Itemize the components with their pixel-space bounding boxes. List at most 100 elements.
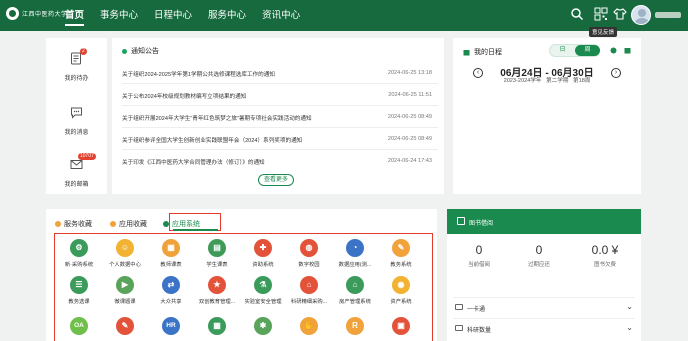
nav-affairs[interactable]: 事务中心 xyxy=(100,0,138,31)
aid-icon: ✚ xyxy=(254,239,272,257)
nav-schedule[interactable]: 日程中心 xyxy=(154,0,192,31)
sidebar-item-label: 我的邮箱 xyxy=(64,182,89,188)
accordion-campus-card[interactable]: 一卡通 ⌄ xyxy=(453,297,635,317)
notice-text[interactable]: 关于印发《江西中医药大学合同管理办法（修订）》的通知 xyxy=(122,158,265,166)
accordion-research-count[interactable]: 科研数量 ⌄ xyxy=(453,318,635,338)
app-tile[interactable]: ⇄ 大众共享 xyxy=(148,276,194,305)
university-logo[interactable]: 江西中医药大学 xyxy=(6,7,68,20)
accordion-label: 一卡通 xyxy=(467,307,486,313)
library-header: 图书借阅 xyxy=(447,209,641,234)
app-tile[interactable]: ▶ 微课题课 xyxy=(102,276,148,305)
next-week-button[interactable]: › xyxy=(611,68,621,78)
app-tile[interactable]: ✱ xyxy=(240,317,286,335)
notice-text[interactable]: 关于组织参评全国大学生创新创业实践联盟年会（2024）系列奖项的通知 xyxy=(122,136,302,144)
book-icon xyxy=(457,217,465,225)
calendar-view-icon[interactable] xyxy=(624,47,631,54)
qrcode-icon[interactable] xyxy=(594,7,608,21)
sidebar-item-messages[interactable]: 我的消息 xyxy=(46,106,107,136)
app-tile[interactable]: ★ 双创教育管理... xyxy=(194,276,240,305)
pen-icon: ✎ xyxy=(116,317,134,335)
card-icon xyxy=(455,304,463,310)
sidebar-item-label: 我的待办 xyxy=(64,76,89,82)
app-label: 科研精细采购... xyxy=(290,299,328,305)
notice-item[interactable]: 关于组织2024-2025学年第1学期公共选修课程选库工作的通知 2024-06… xyxy=(122,62,438,84)
notice-item[interactable]: 关于组织参评全国大学生创新创业实践联盟年会（2024）系列奖项的通知 2024-… xyxy=(122,128,438,150)
add-schedule-icon[interactable] xyxy=(610,47,617,54)
oa-icon: OA xyxy=(70,317,88,335)
nav-home[interactable]: 首页 xyxy=(65,0,85,31)
campus-icon: ◍ xyxy=(300,239,318,257)
grid-icon: ▦ xyxy=(208,317,226,335)
logo-text: 江西中医药大学 xyxy=(22,11,68,18)
stat-label: 图书欠费 xyxy=(593,262,616,268)
toggle-week[interactable]: 周 xyxy=(575,45,600,56)
user-avatar[interactable] xyxy=(631,5,651,25)
active-tab-underline xyxy=(173,229,218,231)
cart-icon: ⚙ xyxy=(70,239,88,257)
app-glyph: ▦ xyxy=(213,321,221,330)
app-glyph: ▣ xyxy=(397,321,405,330)
app-tile[interactable]: R xyxy=(332,317,378,335)
notice-text[interactable]: 关于组织2024-2025学年第1学期公共选修课程选库工作的通知 xyxy=(122,70,275,78)
app-tile[interactable]: ▦ xyxy=(194,317,240,335)
toggle-day[interactable]: 日 xyxy=(550,45,575,56)
app-glyph: ◔ xyxy=(352,243,358,252)
app-tile[interactable]: ▣ xyxy=(378,317,424,335)
nav-service[interactable]: 服务中心 xyxy=(208,0,246,31)
app-tile[interactable]: ◉ 资产系统 xyxy=(378,276,424,305)
tab-app-favorites[interactable]: 应用收藏 xyxy=(110,219,147,229)
chevron-down-icon[interactable]: ⌄ xyxy=(626,323,633,332)
notice-panel: 通知公告 关于组织2024-2025学年第1学期公共选修课程选库工作的通知 20… xyxy=(112,38,444,194)
shirt-icon[interactable] xyxy=(613,7,627,21)
app-label: 教师课表 xyxy=(160,262,182,268)
app-tile[interactable]: ⌂ 房产管理系统 xyxy=(332,276,378,305)
r-icon: R xyxy=(346,317,364,335)
app-tile[interactable]: ☰ 教务选课 xyxy=(56,276,102,305)
notice-text[interactable]: 关于公布2024年校级规划教材编写立项结果的通知 xyxy=(122,92,246,100)
view-more-button[interactable]: 查看更多 xyxy=(258,174,294,186)
sidebar-item-todo[interactable]: 我的待办 2 xyxy=(46,48,107,82)
app-glyph: ✱ xyxy=(259,321,267,330)
tab-service-favorites[interactable]: 服务收藏 xyxy=(55,219,92,229)
app-tile[interactable]: ☺ 个人数据中心 xyxy=(102,239,148,268)
app-label: 新·采购系统 xyxy=(64,262,94,268)
notice-title: 通知公告 xyxy=(131,48,159,55)
app-tile[interactable]: ✚ 资助系统 xyxy=(240,239,286,268)
chevron-down-icon[interactable]: ⌄ xyxy=(626,302,633,311)
notice-text[interactable]: 关于组织开展2024年大学生“青年红色筑梦之旅”暑期专项社会实践活动的通知 xyxy=(122,114,312,122)
app-tile[interactable]: ◍ 数字校园 xyxy=(286,239,332,268)
hand-icon: ✋ xyxy=(300,317,318,335)
property-icon: ⌂ xyxy=(346,276,364,294)
nav-news[interactable]: 资讯中心 xyxy=(262,0,300,31)
app-tile[interactable]: ◔ 数据应用(测... xyxy=(332,239,378,268)
app-tile[interactable]: ✎ xyxy=(102,317,148,335)
app-label: 数据应用(测... xyxy=(338,262,372,268)
app-tile[interactable]: ⚙ 新·采购系统 xyxy=(56,239,102,268)
hr-icon: HR xyxy=(162,317,180,335)
app-tile[interactable]: HR xyxy=(148,317,194,335)
notice-item[interactable]: 关于印发《江西中医药大学合同管理办法（修订）》的通知 2024-06-24 17… xyxy=(122,150,438,172)
app-tile[interactable]: ⌂ 科研精细采购... xyxy=(286,276,332,305)
app-glyph: HR xyxy=(166,322,176,329)
app-label: 个人数据中心 xyxy=(109,262,141,268)
app-label: 实验室安全管理 xyxy=(244,299,282,305)
app-tile[interactable]: ▤ 学生课表 xyxy=(194,239,240,268)
app-tile[interactable]: ▦ 教师课表 xyxy=(148,239,194,268)
app-tile[interactable]: ✎ 教务系统 xyxy=(378,239,424,268)
app-tile[interactable]: ✋ xyxy=(286,317,332,335)
notice-date: 2024-06-25 11:51 xyxy=(388,92,432,98)
username-placeholder[interactable] xyxy=(655,12,681,18)
app-tile[interactable]: OA xyxy=(56,317,102,335)
notice-item[interactable]: 关于公布2024年校级规划教材编写立项结果的通知 2024-06-25 11:5… xyxy=(122,84,438,106)
stat-value: 0 xyxy=(475,243,483,257)
notice-date: 2024-06-25 08:49 xyxy=(387,114,432,120)
app-label: 双创教育管理... xyxy=(198,299,236,305)
notice-item[interactable]: 关于组织开展2024年大学生“青年红色筑梦之旅”暑期专项社会实践活动的通知 20… xyxy=(122,106,438,128)
notice-date: 2024-06-25 08:49 xyxy=(387,136,432,142)
app-tile[interactable]: ⚗ 实验室安全管理 xyxy=(240,276,286,305)
quick-links-panel: 我的待办 2 我的消息 我的邮箱 10707 xyxy=(46,38,107,194)
tab-label: 服务收藏 xyxy=(64,221,92,228)
favorite-icon xyxy=(55,221,61,227)
sidebar-item-mail[interactable]: 我的邮箱 10707 xyxy=(46,153,107,188)
search-icon[interactable] xyxy=(570,7,584,21)
